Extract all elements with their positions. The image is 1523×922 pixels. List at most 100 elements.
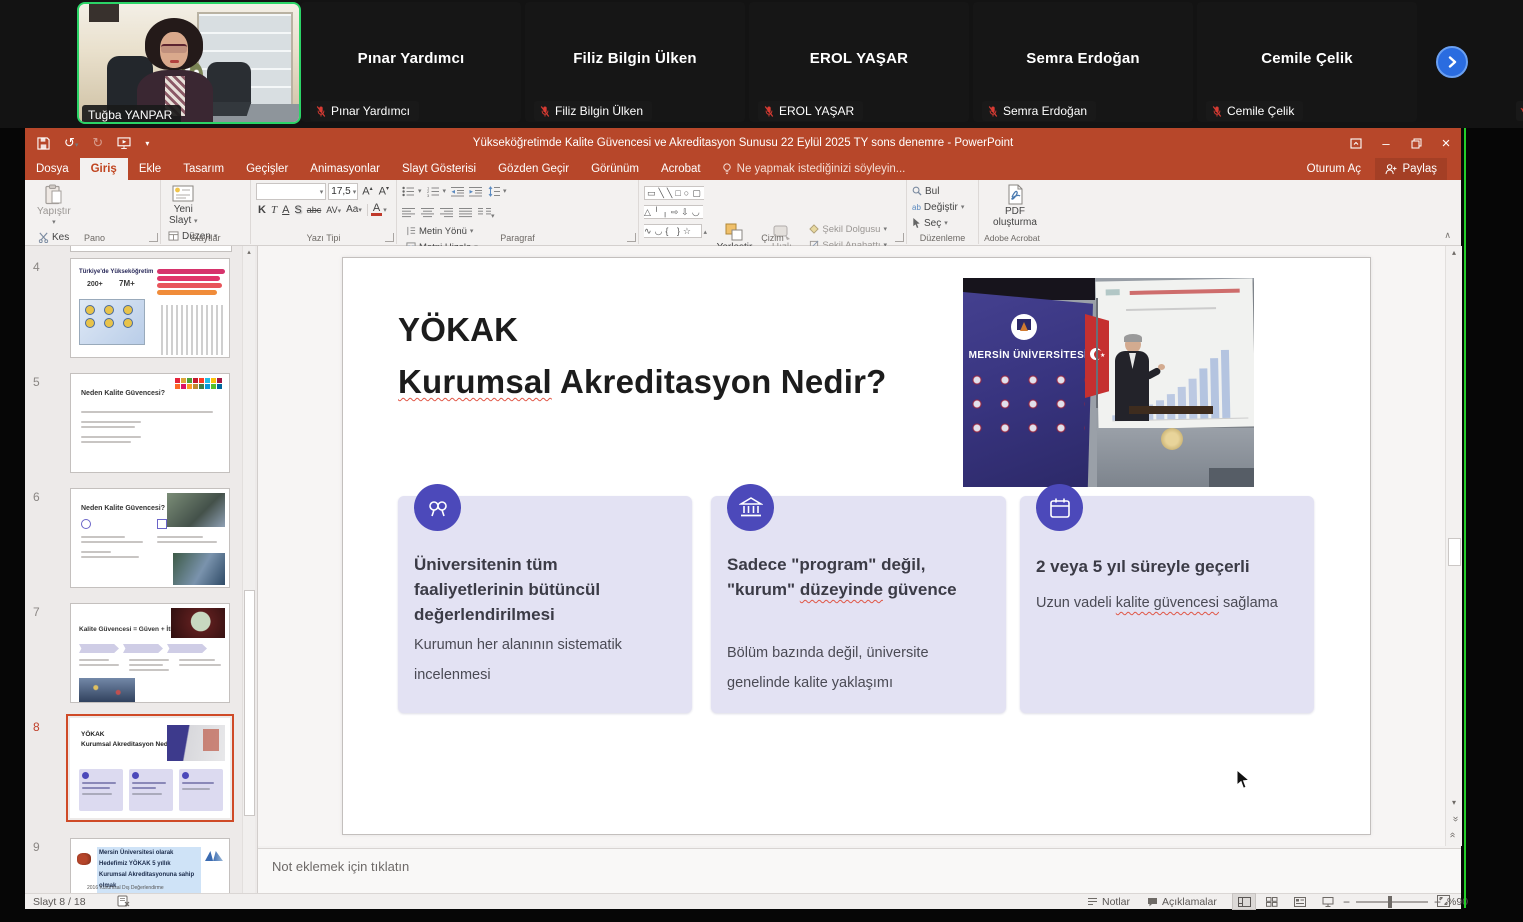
editor-vertical-scrollbar[interactable]: ▴ ▾ » » bbox=[1445, 246, 1462, 846]
replace-button[interactable]: abDeğiştir▾ bbox=[912, 199, 964, 215]
reading-view-button[interactable] bbox=[1289, 894, 1311, 909]
thumbnail-scrollbar[interactable]: ▴ bbox=[242, 246, 255, 893]
tab-giris[interactable]: Giriş bbox=[80, 158, 128, 180]
slide-thumbnail-7[interactable]: Kalite Güvencesi = Güven + İtibar bbox=[70, 603, 230, 703]
strikethrough-button[interactable]: abc bbox=[305, 205, 324, 215]
slideshow-view-button[interactable] bbox=[1317, 894, 1339, 909]
tab-acrobat[interactable]: Acrobat bbox=[650, 158, 712, 180]
minimize-button[interactable]: – bbox=[1371, 128, 1401, 158]
thumbnail-scroll-up-icon[interactable]: ▴ bbox=[243, 248, 255, 256]
tab-dosya[interactable]: Dosya bbox=[25, 158, 80, 180]
tab-gozden-gecir[interactable]: Gözden Geçir bbox=[487, 158, 580, 180]
zoom-slider[interactable] bbox=[1356, 901, 1428, 903]
scrollbar-thumb[interactable] bbox=[1448, 538, 1461, 566]
mini-photo-top bbox=[167, 493, 225, 527]
shape-gallery[interactable]: ▭╲╲□○▢ △╵╷⇨⇩◡ ∿◡{ }☆ bbox=[644, 186, 704, 238]
comments-toggle[interactable]: Açıklamalar bbox=[1147, 894, 1217, 909]
slide-canvas[interactable]: YÖKAK Kurumsal Akreditasyon Nedir? MERSİ… bbox=[342, 257, 1371, 835]
numbering-button[interactable]: 123▾ bbox=[427, 183, 447, 199]
spellcheck-icon[interactable] bbox=[117, 895, 130, 910]
slide-thumbnail-6[interactable]: Neden Kalite Güvencesi? bbox=[70, 488, 230, 588]
card-title: 2 veya 5 yıl süreyle geçerli bbox=[1036, 554, 1296, 579]
slideshow-icon[interactable] bbox=[117, 137, 131, 149]
align-right-button[interactable] bbox=[440, 205, 453, 223]
close-button[interactable]: × bbox=[1431, 128, 1461, 158]
grow-font-button[interactable]: A▴ bbox=[360, 185, 374, 198]
font-color-button[interactable]: A bbox=[371, 203, 382, 216]
increase-indent-button[interactable] bbox=[469, 183, 482, 199]
slide-photo[interactable]: MERSİN ÜNİVERSİTESİ bbox=[963, 278, 1254, 487]
select-button[interactable]: Seç▾ bbox=[912, 215, 964, 231]
tell-me-box[interactable]: Ne yapmak istediğinizi söyleyin... bbox=[712, 158, 916, 180]
mini-photo bbox=[167, 725, 225, 761]
next-slide-button[interactable]: » bbox=[1447, 827, 1461, 843]
change-case-button[interactable]: Aa▾ bbox=[344, 204, 364, 215]
tab-ekle[interactable]: Ekle bbox=[128, 158, 172, 180]
new-slide-button[interactable]: Yeni Slayt ▾ bbox=[166, 183, 201, 228]
columns-button[interactable]: ▾ bbox=[478, 205, 495, 223]
previous-slide-button[interactable]: » bbox=[1447, 811, 1461, 827]
justify-button[interactable] bbox=[459, 205, 472, 223]
participant-video-tile[interactable]: Tuğba YANPAR bbox=[77, 2, 301, 124]
normal-view-button[interactable] bbox=[1233, 894, 1255, 909]
decrease-indent-button[interactable] bbox=[451, 183, 464, 199]
feature-card-1[interactable]: Üniversitenin tüm faaliyetlerinin bütünc… bbox=[398, 496, 692, 713]
character-spacing-button[interactable]: AV▾ bbox=[324, 205, 343, 215]
bank-icon bbox=[727, 484, 774, 531]
slide-thumbnail-5[interactable]: Neden Kalite Güvencesi? bbox=[70, 373, 230, 473]
undo-icon[interactable]: ↺▾ bbox=[64, 135, 78, 151]
ribbon-display-options-button[interactable] bbox=[1341, 128, 1371, 158]
underline-button[interactable]: A bbox=[280, 204, 291, 216]
slide-sorter-view-button[interactable] bbox=[1261, 894, 1283, 909]
bold-button[interactable]: K bbox=[256, 204, 268, 216]
save-icon[interactable] bbox=[37, 137, 50, 150]
next-participants-button[interactable] bbox=[1436, 46, 1468, 78]
thumbnail-scrollbar-thumb[interactable] bbox=[244, 590, 255, 816]
slide-thumbnail-8[interactable]: YÖKAK Kurumsal Akreditasyon Nedir? bbox=[70, 718, 230, 818]
fit-slide-button[interactable] bbox=[1437, 895, 1450, 910]
sign-in-button[interactable]: Oturum Aç bbox=[1307, 158, 1361, 180]
align-center-button[interactable] bbox=[421, 205, 434, 223]
restore-button[interactable] bbox=[1401, 128, 1431, 158]
thumbnail-3-sliver[interactable] bbox=[70, 246, 232, 252]
feature-card-2[interactable]: Sadece "program" değil, "kurum" düzeyind… bbox=[711, 496, 1006, 713]
drawing-dialog-launcher[interactable] bbox=[895, 233, 904, 242]
align-left-button[interactable] bbox=[402, 205, 415, 223]
zoom-out-button[interactable]: − bbox=[1343, 895, 1350, 909]
feature-card-3[interactable]: 2 veya 5 yıl süreyle geçerli Uzun vadeli… bbox=[1020, 496, 1314, 713]
text-shadow-button[interactable]: S bbox=[292, 204, 303, 216]
participant-name: Semra Erdoğan bbox=[973, 50, 1193, 67]
tab-slayt-gosterisi[interactable]: Slayt Gösterisi bbox=[391, 158, 487, 180]
tab-animasyonlar[interactable]: Animasyonlar bbox=[299, 158, 391, 180]
paste-button[interactable]: Yapıştır▾ bbox=[34, 183, 74, 229]
title-bar: Yükseköğretimde Kalite Güvencesi ve Akre… bbox=[25, 128, 1461, 158]
redo-icon[interactable]: ↻ bbox=[92, 135, 103, 151]
shrink-font-button[interactable]: A▾ bbox=[377, 185, 391, 198]
font-name-combobox[interactable]: ▾ bbox=[256, 183, 326, 200]
bullets-button[interactable]: ▾ bbox=[402, 183, 422, 199]
notes-pane[interactable]: Not eklemek için tıklatın bbox=[258, 848, 1461, 893]
customize-qat-icon[interactable]: ▾ bbox=[145, 139, 149, 148]
notes-toggle[interactable]: Notlar bbox=[1087, 894, 1130, 909]
create-pdf-button[interactable]: PDF oluşturma bbox=[984, 183, 1046, 229]
font-dialog-launcher[interactable] bbox=[385, 233, 394, 242]
thumbnail-number: 8 bbox=[33, 720, 47, 734]
share-button[interactable]: Paylaş bbox=[1375, 158, 1447, 180]
tab-gorunum[interactable]: Görünüm bbox=[580, 158, 650, 180]
tab-gecisler[interactable]: Geçişler bbox=[235, 158, 299, 180]
line-spacing-button[interactable]: ▾ bbox=[487, 183, 507, 199]
collapse-ribbon-button[interactable]: ∧ bbox=[1444, 230, 1451, 241]
scroll-up-icon[interactable]: ▴ bbox=[1446, 248, 1462, 262]
slide-thumbnail-9[interactable]: Mersin Üniversitesi olarak Hedefimiz YÖK… bbox=[70, 838, 230, 893]
tab-tasarim[interactable]: Tasarım bbox=[172, 158, 235, 180]
slide-title[interactable]: YÖKAK Kurumsal Akreditasyon Nedir? bbox=[398, 304, 958, 408]
paragraph-dialog-launcher[interactable] bbox=[627, 233, 636, 242]
slide-thumbnail-4[interactable]: Türkiye'de Yükseköğretim 200+ 7M+ bbox=[70, 258, 230, 358]
zoom-slider-handle[interactable] bbox=[1388, 896, 1392, 908]
find-button[interactable]: Bul bbox=[912, 183, 964, 199]
mini-blue-panel bbox=[79, 299, 145, 345]
pano-dialog-launcher[interactable] bbox=[149, 233, 158, 242]
italic-button[interactable]: T bbox=[269, 204, 279, 216]
scroll-down-icon[interactable]: ▾ bbox=[1446, 798, 1462, 812]
font-size-combobox[interactable]: 17,5▾ bbox=[328, 183, 358, 200]
